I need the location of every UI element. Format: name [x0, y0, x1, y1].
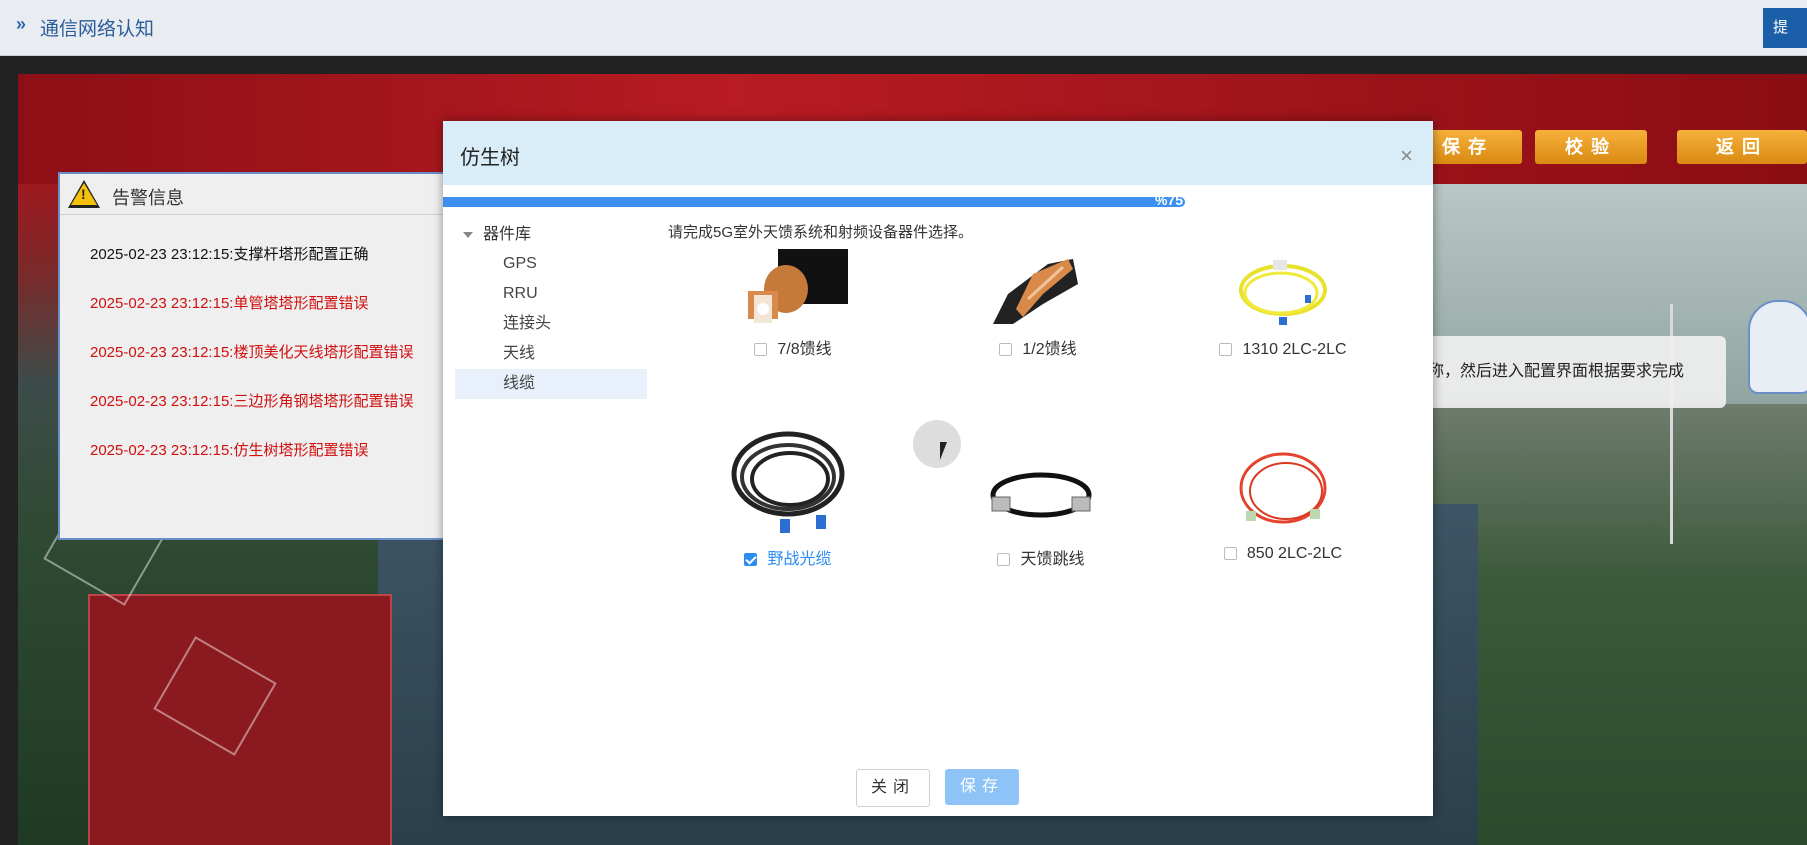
checkbox[interactable]: [999, 343, 1013, 356]
item-label-row: 7/8馈线: [693, 335, 893, 359]
item-label-row: 1310 2LC-2LC: [1183, 341, 1383, 359]
alarm-row: 2025-02-23 23:12:15:单管塔塔形配置错误: [90, 295, 369, 312]
item-label: 850 2LC-2LC: [1246, 545, 1343, 562]
item-label-row: 天馈跳线: [941, 545, 1141, 569]
component-item[interactable]: 850 2LC-2LC: [1183, 443, 1383, 563]
orange-fiber-icon: [1228, 443, 1338, 539]
component-item[interactable]: 野战光缆: [688, 429, 888, 569]
hint-bubble: 称，然后进入配置界面根据要求完成: [1420, 336, 1726, 408]
alarm-row: 2025-02-23 23:12:15:仿生树塔形配置错误: [90, 442, 369, 459]
item-label: 1/2馈线: [1022, 341, 1077, 358]
alarm-panel: ! 告警信息 2025-02-23 23:12:15:支撑杆塔形配置正确 202…: [58, 172, 450, 540]
page-title: 通信网络认知: [40, 19, 155, 40]
progress-label: %75: [1154, 192, 1183, 208]
checkbox-checked[interactable]: [744, 553, 758, 566]
checkbox[interactable]: [754, 343, 768, 356]
mouse-cursor-icon: [940, 442, 947, 460]
alarm-row: 2025-02-23 23:12:15:楼顶美化天线塔形配置错误: [90, 344, 414, 361]
dialog-header: 仿生树 ×: [443, 121, 1433, 185]
close-button[interactable]: 关闭: [856, 769, 930, 807]
item-label-row: 1/2馈线: [938, 335, 1138, 359]
field-fiber-cable-icon: [728, 429, 848, 539]
tree-item-connector[interactable]: 连接头: [455, 309, 647, 339]
save-action-button[interactable]: 保存: [1430, 130, 1522, 164]
component-item[interactable]: 1310 2LC-2LC: [1183, 255, 1383, 359]
close-icon[interactable]: ×: [1400, 143, 1413, 169]
alarm-row: 2025-02-23 23:12:15:三边形角钢塔塔形配置错误: [90, 393, 414, 410]
tree-item-antenna[interactable]: 天线: [455, 339, 647, 369]
component-item[interactable]: 7/8馈线: [693, 249, 893, 359]
item-label-row: 850 2LC-2LC: [1183, 545, 1383, 563]
progress-fill: [443, 197, 1185, 207]
yellow-fiber-icon: [1233, 255, 1333, 335]
component-tree: 器件库 GPS RRU 连接头 天线 线缆: [455, 221, 647, 399]
component-select-dialog: 仿生树 × %75 器件库 GPS RRU 连接头 天线 线缆 请完成5G室外天…: [443, 121, 1433, 816]
instruction-text: 请完成5G室外天馈系统和射频设备器件选择。: [668, 224, 974, 241]
top-bar: » 通信网络认知 提: [0, 0, 1807, 56]
coax-cable-1-2-icon: [988, 249, 1088, 329]
submit-button[interactable]: 提: [1763, 8, 1807, 48]
component-item[interactable]: 天馈跳线: [941, 451, 1141, 569]
caret-down-icon[interactable]: [463, 232, 473, 238]
jumper-cable-icon: [986, 451, 1096, 539]
city-landscape: [1428, 404, 1807, 845]
warning-glyph: !: [81, 186, 86, 202]
tree-item-gps[interactable]: GPS: [455, 249, 647, 279]
coax-cable-7-8-icon: [738, 249, 848, 329]
checkbox[interactable]: [1219, 343, 1233, 356]
item-label: 1310 2LC-2LC: [1242, 341, 1347, 358]
tree-root[interactable]: 器件库: [455, 221, 647, 249]
save-button[interactable]: 保存: [945, 769, 1019, 805]
tree-item-rru[interactable]: RRU: [455, 279, 647, 309]
checkbox[interactable]: [1223, 547, 1237, 560]
component-item[interactable]: 1/2馈线: [938, 249, 1138, 359]
alarm-row: 2025-02-23 23:12:15:支撑杆塔形配置正确: [90, 246, 369, 263]
double-chevron-icon[interactable]: »: [16, 14, 26, 35]
item-label: 天馈跳线: [1020, 551, 1085, 568]
item-label-row: 野战光缆: [688, 545, 888, 569]
dialog-title: 仿生树: [460, 147, 520, 169]
robot-assistant-icon: [1748, 300, 1807, 394]
cursor-highlight: [913, 420, 961, 468]
tree-root-label: 器件库: [483, 226, 532, 243]
alarm-header: ! 告警信息: [60, 174, 448, 215]
item-label: 7/8馈线: [777, 341, 832, 358]
alarm-title: 告警信息: [112, 188, 184, 208]
tree-item-cable[interactable]: 线缆: [455, 369, 647, 399]
back-button[interactable]: 返回: [1677, 130, 1807, 164]
verify-button[interactable]: 校验: [1535, 130, 1647, 164]
checkbox[interactable]: [997, 553, 1011, 566]
item-label: 野战光缆: [767, 551, 832, 568]
progress-bar: %75: [443, 192, 1185, 208]
warning-icon: !: [68, 180, 100, 208]
